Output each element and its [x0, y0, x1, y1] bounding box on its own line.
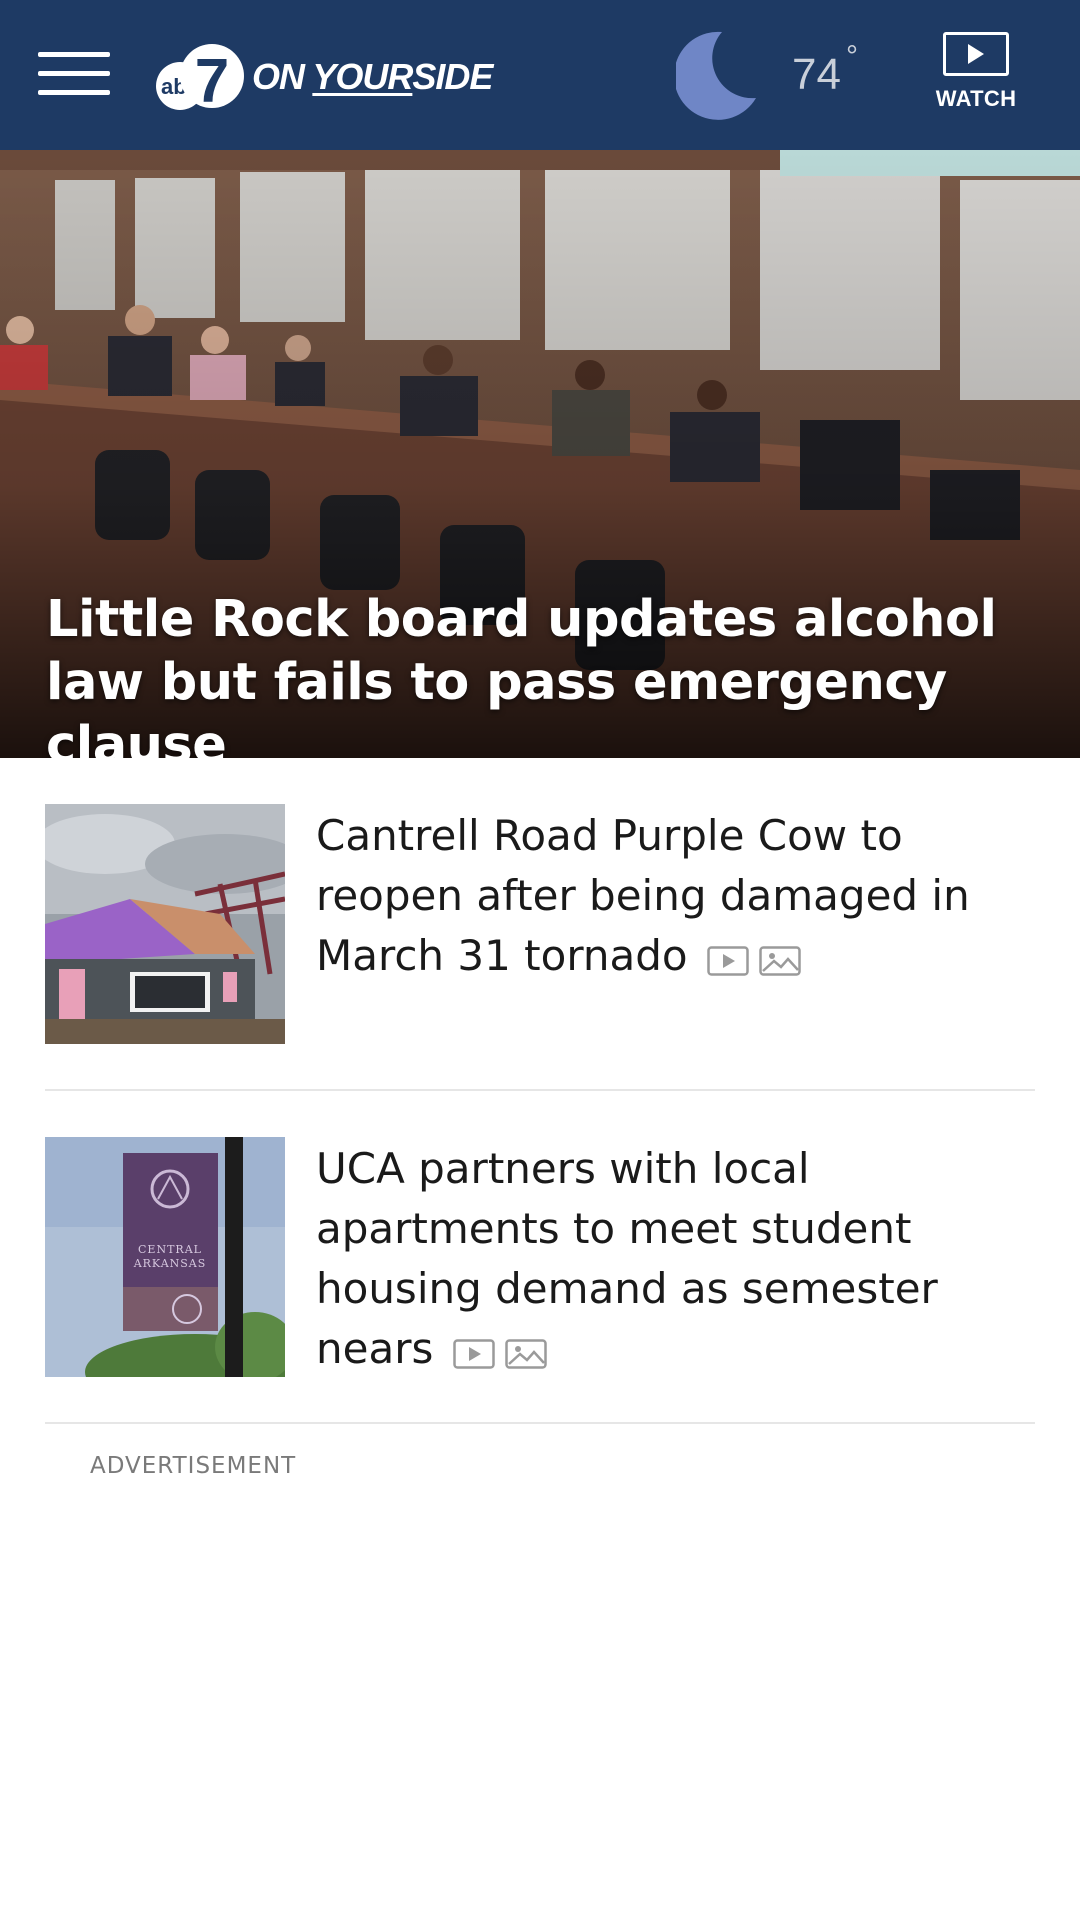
- divider: [45, 1089, 1035, 1091]
- central-arkansas-banner-photo[interactable]: CENTRAL ARKANSAS: [45, 1137, 285, 1377]
- site-header: abc 7 ON YOURSIDE 74 ° WATCH: [0, 0, 1080, 150]
- watch-button[interactable]: WATCH: [928, 30, 1024, 126]
- video-icon: [707, 946, 749, 976]
- moon-icon: [674, 31, 756, 120]
- advertisement-label: ADVERTISEMENT: [90, 1453, 297, 1479]
- gallery-icon: [504, 1339, 547, 1369]
- gallery-icon: [759, 946, 801, 976]
- svg-text:ARKANSAS: ARKANSAS: [133, 1257, 207, 1270]
- hero-story[interactable]: Little Rock board updates alcohol law bu…: [0, 150, 1080, 758]
- weather-widget[interactable]: 74 °: [674, 28, 876, 124]
- banner-text: CENTRAL: [138, 1243, 202, 1256]
- video-icon: [452, 1339, 495, 1369]
- story-title[interactable]: Cantrell Road Purple Cow to reopen after…: [316, 806, 1036, 989]
- temperature: 74: [792, 50, 841, 99]
- story-title[interactable]: UCA partners with local apartments to me…: [316, 1139, 1036, 1382]
- story-item[interactable]: CENTRAL ARKANSAS UCA partners with local…: [45, 1137, 1035, 1377]
- divider: [45, 1422, 1035, 1424]
- play-icon: [943, 32, 1009, 76]
- hero-headline[interactable]: Little Rock board updates alcohol law bu…: [46, 588, 1066, 758]
- svg-text:7: 7: [195, 47, 229, 116]
- site-logo[interactable]: abc 7 ON YOURSIDE: [148, 36, 493, 116]
- purple-roof-building-photo[interactable]: [45, 804, 285, 1044]
- logo-wordmark: ON YOURSIDE: [252, 56, 493, 97]
- story-item[interactable]: Cantrell Road Purple Cow to reopen after…: [45, 804, 1035, 1044]
- hamburger-menu-icon[interactable]: [38, 50, 112, 96]
- degree-symbol: °: [846, 40, 858, 73]
- watch-label: WATCH: [935, 86, 1017, 111]
- abc7-logo-icon: abc 7: [156, 44, 244, 116]
